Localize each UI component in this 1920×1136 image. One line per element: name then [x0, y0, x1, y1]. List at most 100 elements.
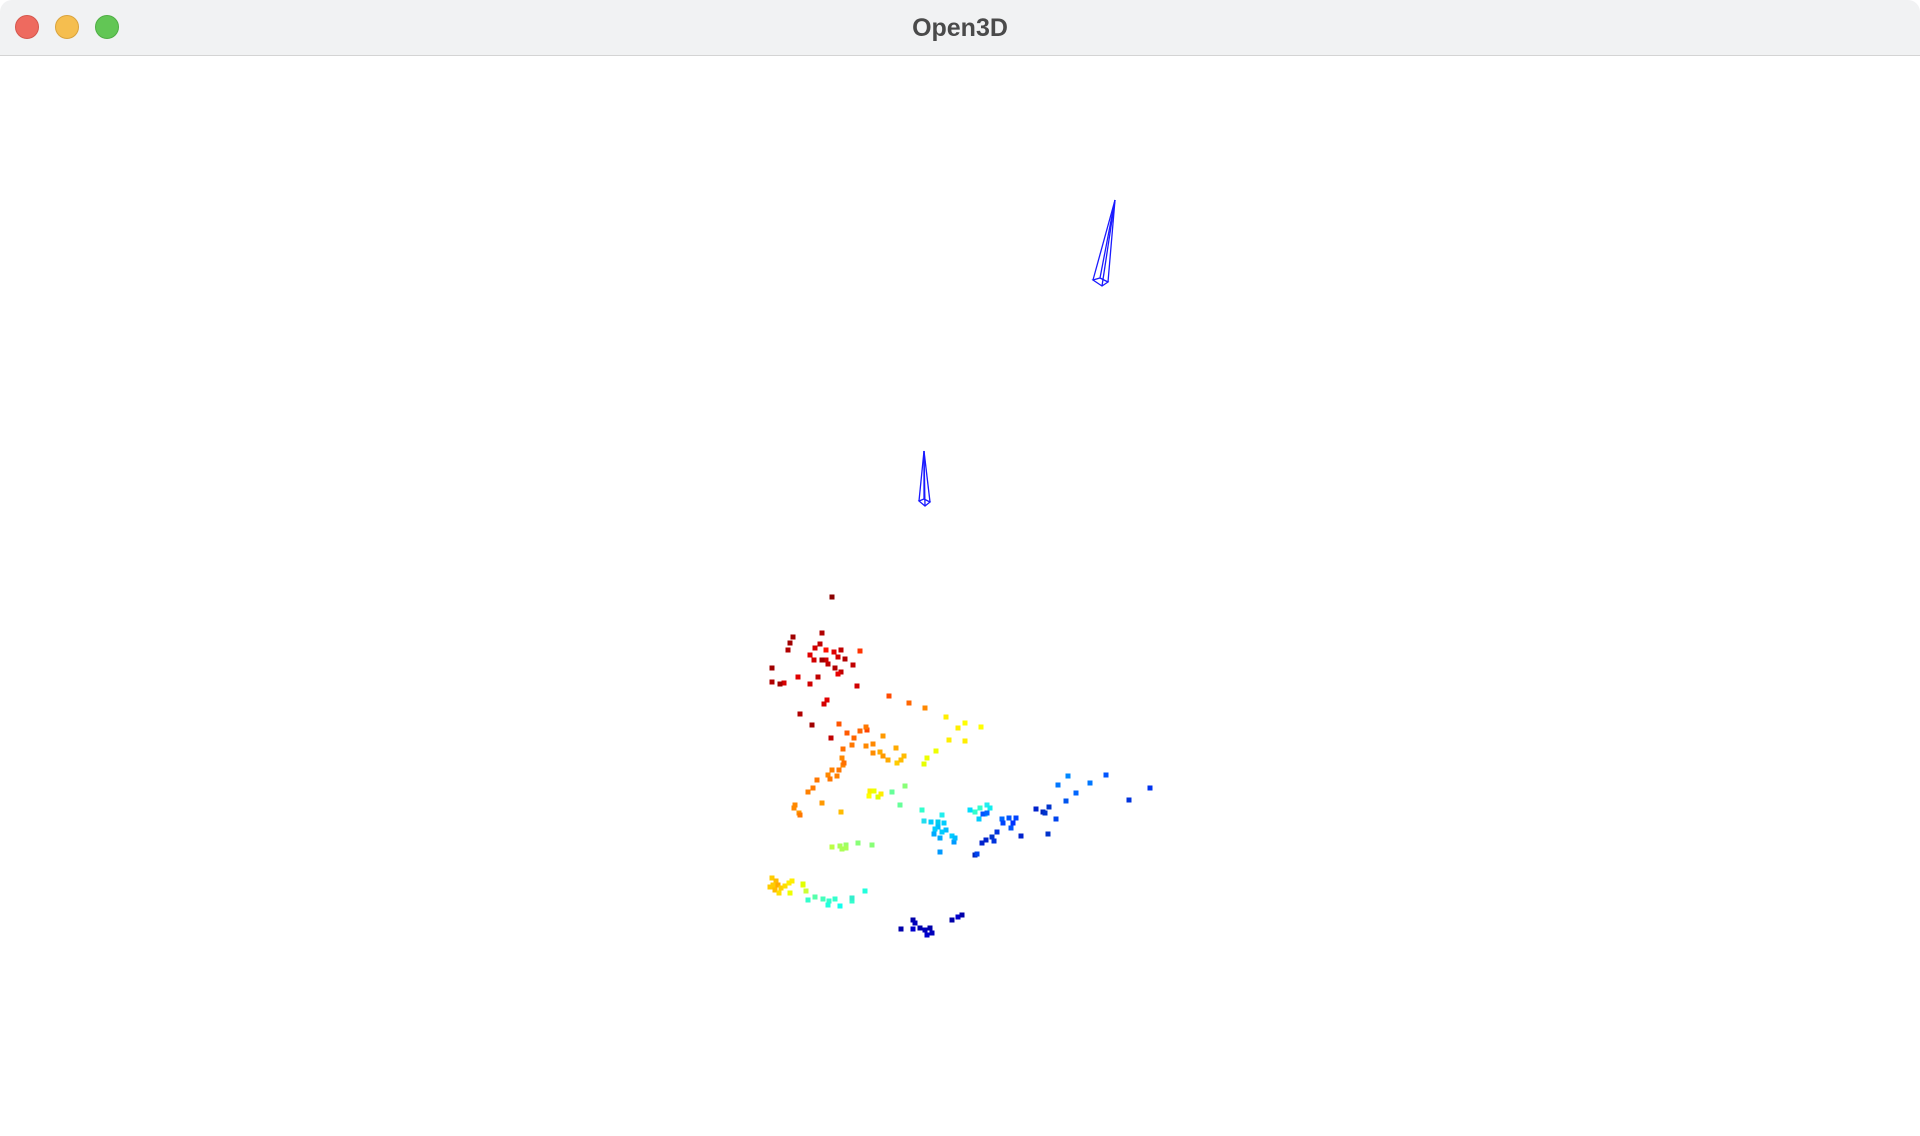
point — [962, 738, 968, 744]
point — [929, 930, 935, 936]
point — [1065, 773, 1071, 779]
point — [805, 897, 811, 903]
point — [978, 724, 984, 730]
point — [825, 902, 831, 908]
point — [805, 789, 811, 795]
point — [921, 761, 927, 767]
point — [870, 741, 876, 747]
point — [820, 896, 826, 902]
point — [937, 835, 943, 841]
point — [831, 649, 837, 655]
point — [807, 681, 813, 687]
point — [823, 647, 829, 653]
point — [785, 647, 791, 653]
point — [800, 881, 806, 887]
point — [1000, 820, 1006, 826]
point — [880, 733, 886, 739]
point — [854, 683, 860, 689]
point — [927, 925, 933, 931]
point — [797, 812, 803, 818]
point — [819, 657, 825, 663]
point — [952, 835, 958, 841]
3d-viewport[interactable] — [0, 56, 1920, 1136]
point — [829, 767, 835, 773]
point — [839, 846, 845, 852]
point — [829, 844, 835, 850]
point — [943, 714, 949, 720]
point — [949, 917, 955, 923]
point — [886, 693, 892, 699]
point — [814, 777, 820, 783]
point — [777, 681, 783, 687]
point — [803, 888, 809, 894]
point — [967, 807, 973, 813]
point — [898, 757, 904, 763]
point — [1053, 816, 1059, 822]
point — [946, 737, 952, 743]
point — [827, 776, 833, 782]
window-title: Open3D — [912, 14, 1008, 42]
point — [849, 895, 855, 901]
point — [976, 816, 982, 822]
point — [1013, 815, 1019, 821]
point — [857, 648, 863, 654]
point — [1103, 772, 1109, 778]
point — [855, 840, 861, 846]
point — [857, 728, 863, 734]
point — [933, 748, 939, 754]
point — [1073, 790, 1079, 796]
point — [910, 926, 916, 932]
title-bar[interactable]: Open3D — [0, 0, 1920, 56]
point — [810, 785, 816, 791]
point — [836, 767, 842, 773]
point — [924, 755, 930, 761]
point — [829, 594, 835, 600]
point — [955, 725, 961, 731]
point — [877, 749, 883, 755]
point — [791, 805, 797, 811]
point — [797, 711, 803, 717]
point — [939, 829, 945, 835]
point — [928, 819, 934, 825]
point — [897, 802, 903, 808]
app-window: Open3D — [0, 0, 1920, 1136]
point — [898, 926, 904, 932]
point — [1008, 825, 1014, 831]
point — [912, 920, 918, 926]
point — [832, 896, 838, 902]
point — [1147, 785, 1153, 791]
point — [769, 679, 775, 685]
point — [1018, 833, 1024, 839]
point — [832, 665, 838, 671]
point — [869, 842, 875, 848]
point — [1006, 815, 1012, 821]
point — [902, 783, 908, 789]
point — [1010, 820, 1016, 826]
point — [1046, 804, 1052, 810]
point — [789, 878, 795, 884]
point — [959, 912, 965, 918]
point — [862, 888, 868, 894]
point — [922, 705, 928, 711]
point — [839, 755, 845, 761]
point — [994, 829, 1000, 835]
point — [977, 805, 983, 811]
point — [941, 820, 947, 826]
point — [807, 652, 813, 658]
point — [937, 849, 943, 855]
point — [917, 925, 923, 931]
point — [819, 630, 825, 636]
point-cloud — [767, 594, 1153, 938]
point — [787, 890, 793, 896]
point — [878, 791, 884, 797]
point — [767, 884, 773, 890]
point — [851, 735, 857, 741]
point — [795, 674, 801, 680]
point — [863, 743, 869, 749]
point — [987, 805, 993, 811]
point — [889, 789, 895, 795]
point — [974, 851, 980, 857]
point — [984, 810, 990, 816]
scene-canvas[interactable] — [0, 56, 1920, 1136]
point — [812, 645, 818, 651]
